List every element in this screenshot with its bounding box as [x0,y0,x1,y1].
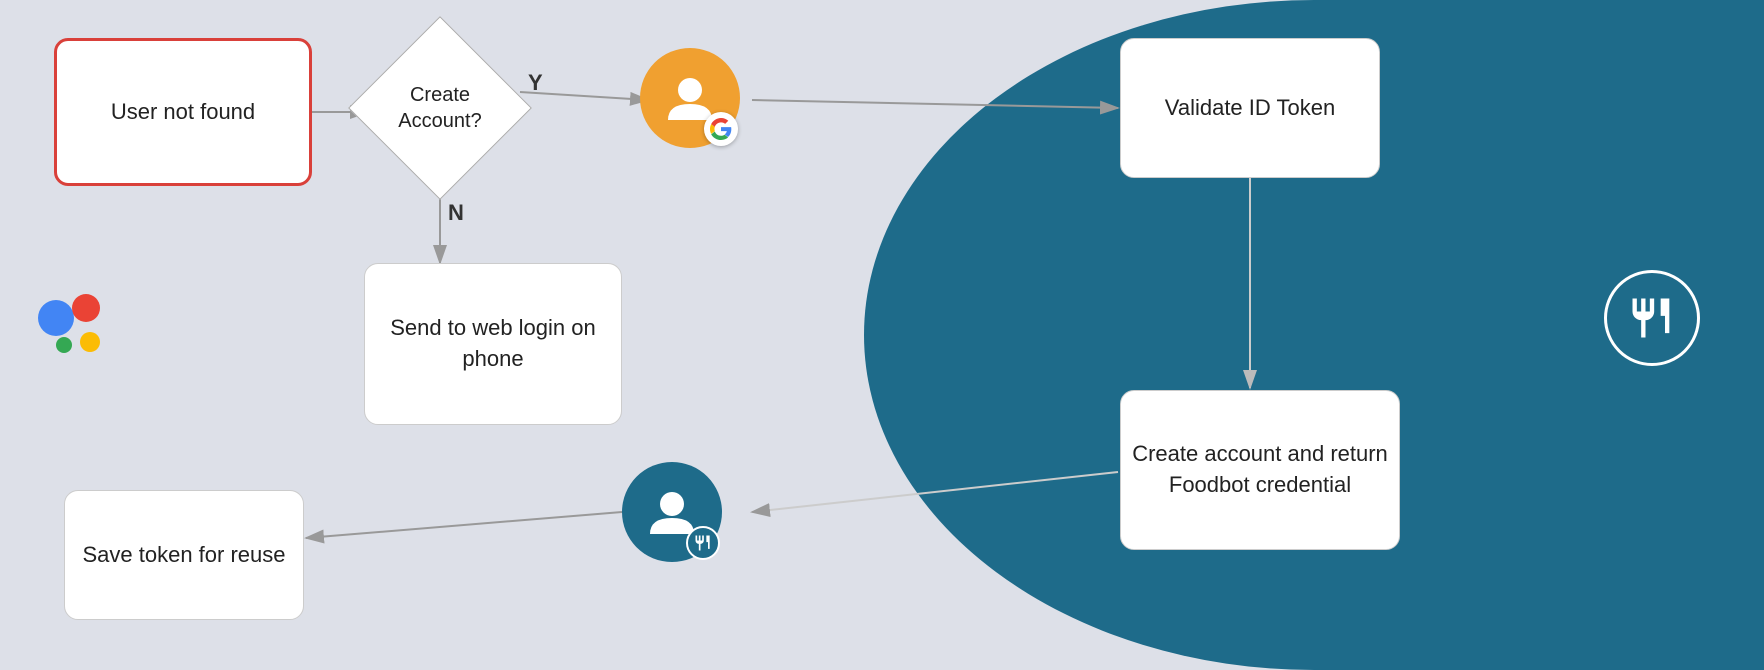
foodbot-icon-bottom [622,462,732,572]
google-account-icon [640,48,750,158]
google-g-badge [704,112,738,146]
validate-id-label: Validate ID Token [1165,93,1335,124]
user-not-found-label: User not found [111,97,255,128]
validate-id-node: Validate ID Token [1120,38,1380,178]
create-account-diamond-label: CreateAccount? [360,28,520,188]
send-to-web-node: Send to web login on phone [364,263,622,425]
foodbot-icon-right [1604,270,1704,370]
foodbot-fork-badge [686,526,720,560]
create-account-return-node: Create account and return Foodbot creden… [1120,390,1400,550]
google-assistant-icon [28,280,118,370]
create-account-return-label: Create account and return Foodbot creden… [1121,439,1399,501]
no-label: N [448,200,464,226]
save-token-label: Save token for reuse [82,540,285,571]
person-google-circle [640,48,740,148]
create-account-diamond-container: CreateAccount? [360,28,520,188]
send-to-web-label: Send to web login on phone [365,313,621,375]
foodbot-right-circle-outline [1604,270,1700,366]
user-not-found-node: User not found [54,38,312,186]
person-foodbot-circle [622,462,722,562]
yes-label: Y [528,70,543,96]
save-token-node: Save token for reuse [64,490,304,620]
